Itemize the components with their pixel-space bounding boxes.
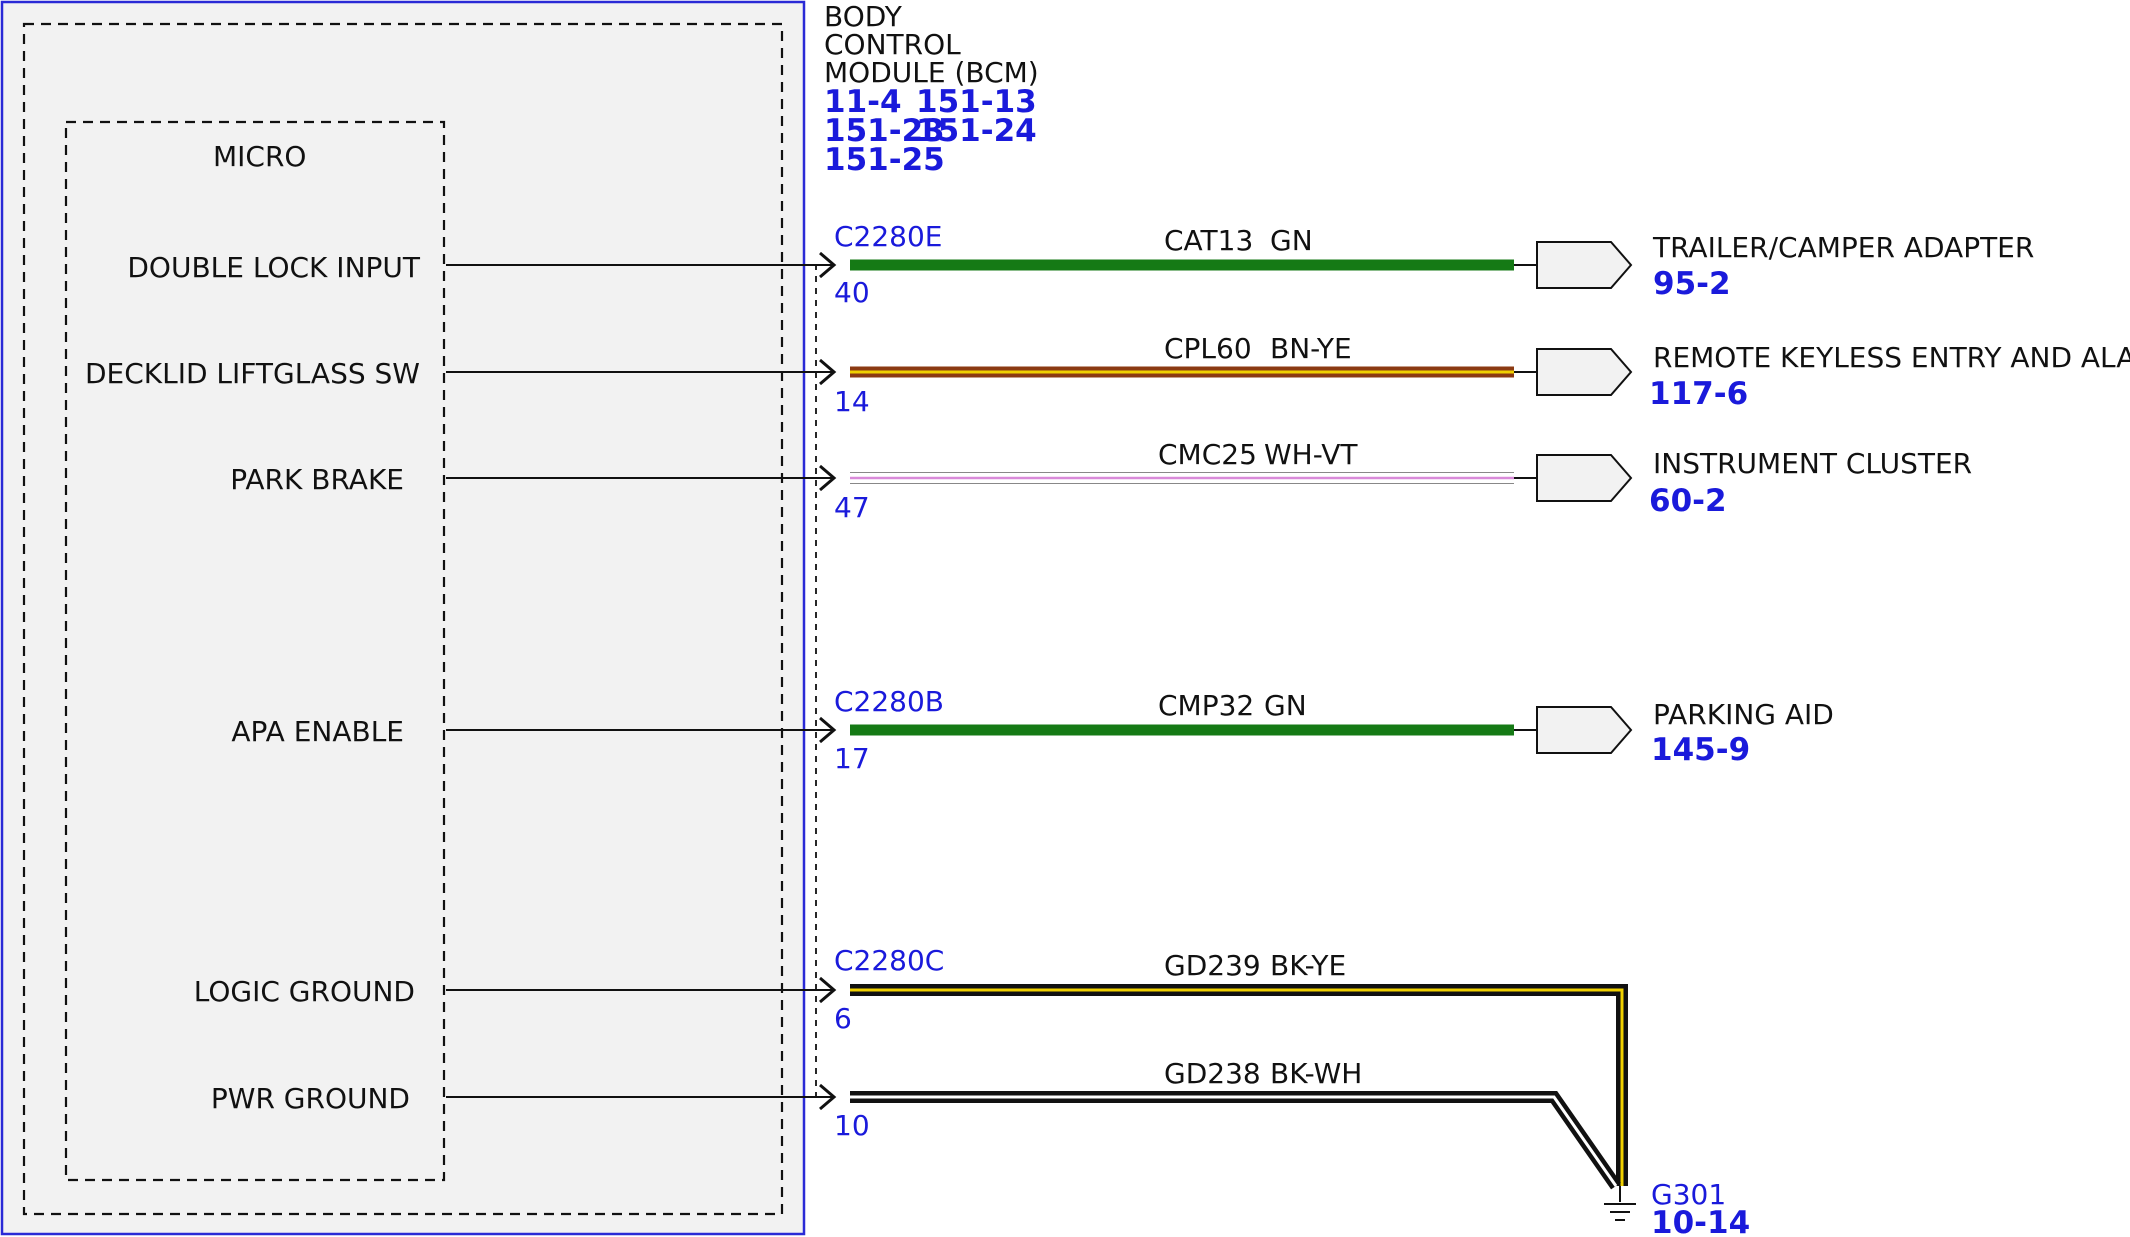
pin-label: APA ENABLE (231, 715, 404, 748)
wire-color: GN (1264, 689, 1307, 722)
connector-label: C2280C (834, 944, 944, 977)
pin-label: PARK BRAKE (230, 463, 404, 496)
pin-label: LOGIC GROUND (194, 975, 415, 1008)
destination-name: INSTRUMENT CLUSTER (1653, 447, 1972, 480)
pin-number: 47 (834, 491, 870, 524)
connector-label: C2280E (834, 220, 943, 253)
destination-ref[interactable]: 145-9 (1651, 732, 1750, 768)
destination-ref[interactable]: 117-6 (1649, 376, 1748, 412)
wire-color: WH-VT (1264, 438, 1358, 471)
destination-connector-icon (1536, 348, 1633, 396)
pin-label: DOUBLE LOCK INPUT (127, 251, 421, 284)
destination-connector-icon (1536, 454, 1633, 502)
wire-color: GN (1270, 224, 1313, 257)
destination-connector-icon (1536, 241, 1633, 289)
circuit-id: CMP32 (1158, 689, 1254, 722)
destination-ref[interactable]: 95-2 (1653, 266, 1731, 302)
wire-color: BN-YE (1270, 332, 1352, 365)
wire-wh-stripe (850, 1095, 1618, 1187)
pin-label: DECKLID LIFTGLASS SW (85, 357, 420, 390)
pin-number: 6 (834, 1002, 852, 1035)
module-ref-5[interactable]: 151-25 (824, 142, 945, 178)
pin-number: 14 (834, 385, 870, 418)
destination-name: PARKING AID (1653, 698, 1834, 731)
wire-color: BK-YE (1270, 949, 1346, 982)
circuit-id: CMC25 (1158, 438, 1257, 471)
pin-number: 10 (834, 1109, 870, 1142)
ground-symbol-icon (1604, 1186, 1636, 1221)
wiring-diagram: MICRO BODY CONTROL MODULE (BCM) 11-4 151… (0, 0, 2130, 1237)
destination-ref[interactable]: 60-2 (1649, 483, 1727, 519)
circuit-id: CAT13 (1164, 224, 1253, 257)
destination-connector-icon (1536, 706, 1633, 754)
circuit-id: GD239 (1164, 949, 1261, 982)
pin-label: PWR GROUND (211, 1082, 410, 1115)
destination-name: REMOTE KEYLESS ENTRY AND ALARM (1653, 341, 2130, 374)
pin-number: 17 (834, 742, 870, 775)
pin-number: 40 (834, 276, 870, 309)
micro-label: MICRO (213, 140, 306, 173)
bcm-module-box (0, 0, 806, 1236)
circuit-id: GD238 (1164, 1057, 1261, 1090)
destination-name: TRAILER/CAMPER ADAPTER (1652, 231, 2034, 264)
wire-color: BK-WH (1270, 1057, 1362, 1090)
circuit-id: CPL60 (1164, 332, 1252, 365)
connector-label: C2280B (834, 685, 944, 718)
ground-ref[interactable]: 10-14 (1651, 1205, 1750, 1237)
wire-bk[interactable] (850, 1091, 1621, 1190)
